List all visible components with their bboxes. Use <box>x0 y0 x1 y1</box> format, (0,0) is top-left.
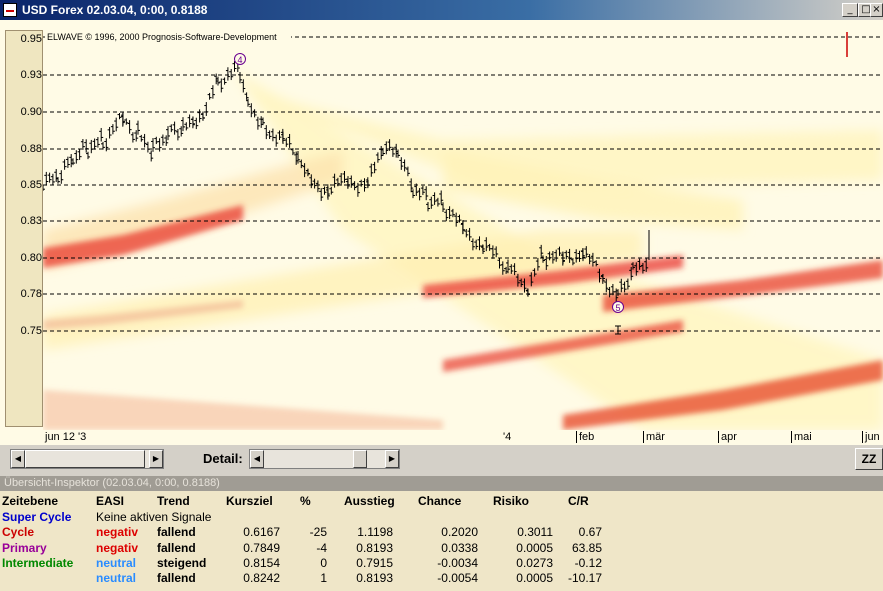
detail-label: Detail: <box>203 451 243 466</box>
row-pct: 1 <box>320 571 327 586</box>
row-chance: 0.2020 <box>441 525 478 540</box>
y-tick-label: 0.80 <box>20 252 42 264</box>
minimize-button[interactable]: _ <box>842 3 858 17</box>
y-tick-label: 0.90 <box>20 106 42 118</box>
plot-svg: ELWAVE © 1996, 2000 Prognosis-Software-D… <box>43 31 883 430</box>
time-scrollbar[interactable]: ◀ ▶ <box>10 449 164 469</box>
row-trend: fallend <box>157 540 196 555</box>
price-plot[interactable]: ELWAVE © 1996, 2000 Prognosis-Software-D… <box>43 30 883 430</box>
y-tick-label: 0.93 <box>20 69 42 81</box>
row-easi: Keine aktiven Signale <box>96 510 212 524</box>
row-trend: fallend <box>157 571 196 586</box>
row-kursziel: 0.6167 <box>243 525 280 540</box>
row-risiko: 0.0273 <box>516 555 553 570</box>
col-header: C/R <box>568 494 589 508</box>
wave-4-label: 4 <box>237 55 242 65</box>
y-tick-label: 0.88 <box>20 143 42 155</box>
chart-area: 0.95 0.93 0.90 0.88 0.85 0.83 0.80 0.78 … <box>0 20 883 445</box>
row-chance: -0.0034 <box>437 555 478 570</box>
row-ausstieg: 0.7915 <box>356 555 393 570</box>
row-cr: -10.17 <box>567 571 602 586</box>
col-header: Kursziel <box>226 494 273 508</box>
detail-slider[interactable]: ◀ ▶ <box>249 449 400 469</box>
x-tick-label: '4 <box>503 431 512 443</box>
x-tick-label: apr <box>718 431 737 443</box>
x-tick-label: feb <box>576 431 594 443</box>
row-easi: neutral <box>96 555 137 570</box>
y-tick-label: 0.83 <box>20 215 42 227</box>
row-trend: fallend <box>157 525 196 540</box>
row-trend: steigend <box>157 555 207 570</box>
inspector-table: Zeitebene EASI Trend Kursziel % Ausstieg… <box>0 491 883 591</box>
controls-bar: ◀ ▶ Detail: ◀ ▶ ZZ <box>0 445 883 475</box>
row-cr: 63.85 <box>571 540 602 555</box>
price-axis: 0.95 0.93 0.90 0.88 0.85 0.83 0.80 0.78 … <box>5 30 43 427</box>
col-header: Zeitebene <box>2 494 59 508</box>
row-chance: -0.0054 <box>437 571 478 586</box>
row-kursziel: 0.8154 <box>243 555 280 570</box>
zz-button[interactable]: ZZ <box>855 448 883 470</box>
time-axis: jun 12 '3 '4 feb mär apr mai jun <box>43 430 883 445</box>
x-tick-label: jun <box>862 431 880 443</box>
row-risiko: 0.0005 <box>516 540 553 555</box>
app-icon[interactable] <box>3 3 17 17</box>
row-pct: -25 <box>309 525 327 540</box>
y-tick-label: 0.95 <box>20 33 42 45</box>
row-level: Cycle <box>2 525 35 540</box>
col-header: EASI <box>96 494 125 508</box>
row-chance: 0.0338 <box>441 540 478 555</box>
row-level: Super Cycle <box>2 510 72 524</box>
x-tick-label: jun 12 '3 <box>45 431 87 443</box>
close-button[interactable]: × <box>870 3 883 17</box>
row-ausstieg: 1.1198 <box>357 525 393 540</box>
x-tick-label: mär <box>643 431 665 443</box>
row-level: Primary <box>2 540 47 555</box>
scroll-track[interactable] <box>25 450 145 468</box>
window-title: USD Forex 02.03.04, 0:00, 0.8188 <box>22 3 208 17</box>
row-easi: negativ <box>96 525 139 540</box>
wave-5-label: 5 <box>615 303 620 313</box>
row-kursziel: 0.8242 <box>243 571 280 586</box>
col-header: % <box>300 494 311 508</box>
y-tick-label: 0.78 <box>20 288 42 300</box>
row-risiko: 0.0005 <box>516 571 553 586</box>
col-header: Risiko <box>493 494 530 508</box>
x-tick-label: mai <box>791 431 812 443</box>
inspector-title: Übersicht-Inspektor (02.03.04, 0:00, 0.8… <box>0 476 883 491</box>
row-risiko: 0.3011 <box>517 525 553 540</box>
row-level: Intermediate <box>2 555 74 570</box>
row-cr: 0.67 <box>578 525 602 540</box>
row-ausstieg: 0.8193 <box>356 540 393 555</box>
row-pct: 0 <box>320 555 327 570</box>
title-bar: USD Forex 02.03.04, 0:00, 0.8188 _ □ × <box>0 0 883 20</box>
copyright-text: ELWAVE © 1996, 2000 Prognosis-Software-D… <box>47 32 277 42</box>
col-header: Chance <box>418 494 462 508</box>
row-pct: -4 <box>316 540 327 555</box>
col-header: Trend <box>157 494 190 508</box>
row-easi: negativ <box>96 540 139 555</box>
y-tick-label: 0.85 <box>20 179 42 191</box>
detail-thumb[interactable] <box>353 450 367 468</box>
detail-left-arrow-icon[interactable]: ◀ <box>250 450 264 468</box>
row-ausstieg: 0.8193 <box>356 571 393 586</box>
scroll-right-arrow-icon[interactable]: ▶ <box>149 450 163 468</box>
row-kursziel: 0.7849 <box>243 540 280 555</box>
col-header: Ausstieg <box>344 494 395 508</box>
detail-right-arrow-icon[interactable]: ▶ <box>385 450 399 468</box>
y-tick-label: 0.75 <box>20 325 42 337</box>
heatmap-layer <box>43 70 883 430</box>
row-cr: -0.12 <box>574 555 602 570</box>
scroll-left-arrow-icon[interactable]: ◀ <box>11 450 25 468</box>
row-easi: neutral <box>96 571 137 586</box>
